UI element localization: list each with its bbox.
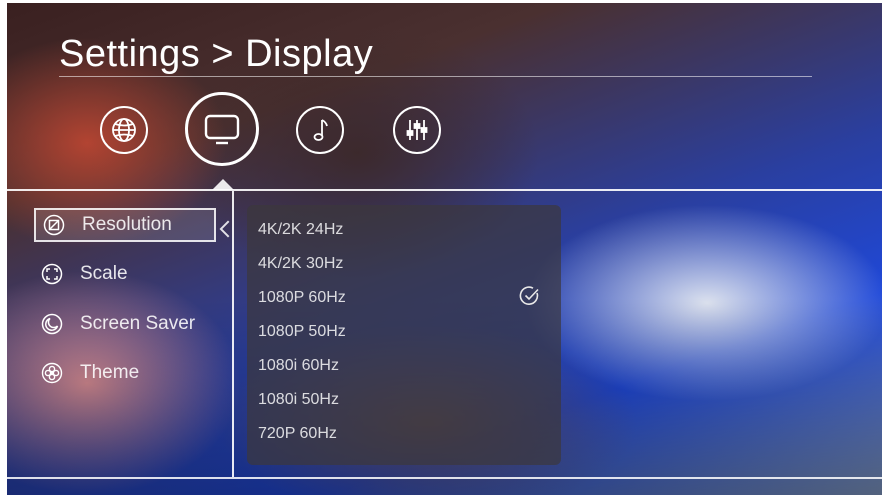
check-icon [519, 286, 539, 305]
menu-item-resolution[interactable]: Resolution [34, 208, 216, 242]
menu-item-theme[interactable]: Theme [34, 356, 224, 390]
option-720p-60hz[interactable]: 720P 60Hz [258, 417, 548, 451]
menu-item-scale[interactable]: Scale [34, 257, 224, 291]
menu-item-screen-saver[interactable]: Screen Saver [34, 307, 234, 341]
globe-icon[interactable] [100, 106, 148, 154]
option-1080i-50hz[interactable]: 1080i 50Hz [258, 383, 548, 417]
display-icon[interactable] [185, 92, 259, 166]
option-label: 720P 60Hz [258, 425, 337, 442]
option-label: 1080i 60Hz [258, 357, 339, 374]
option-1080p-50hz[interactable]: 1080P 50Hz [258, 315, 548, 349]
menu-item-label: Theme [80, 362, 140, 383]
page-title: Settings > Display [59, 33, 374, 75]
screen-saver-icon [40, 312, 64, 336]
settings-screen: Settings > Display Resolution Scale Scre… [7, 3, 882, 495]
music-note-icon[interactable] [296, 106, 344, 154]
section-divider [7, 189, 882, 191]
theme-icon [40, 361, 64, 385]
bottom-divider [7, 477, 882, 479]
option-label: 1080P 60Hz [258, 289, 346, 306]
menu-item-label: Scale [80, 263, 128, 284]
option-label: 1080P 50Hz [258, 323, 346, 340]
option-label: 4K/2K 24Hz [258, 221, 344, 238]
option-1080p-60hz[interactable]: 1080P 60Hz [258, 281, 548, 315]
title-divider [59, 76, 812, 77]
selected-category-pointer [212, 179, 234, 190]
menu-item-label: Screen Saver [80, 313, 196, 334]
option-4k2k-30hz[interactable]: 4K/2K 30Hz [258, 247, 548, 281]
option-1080i-60hz[interactable]: 1080i 60Hz [258, 349, 548, 383]
option-label: 1080i 50Hz [258, 391, 339, 408]
menu-item-label: Resolution [82, 214, 172, 235]
option-label: 4K/2K 30Hz [258, 255, 344, 272]
option-4k2k-24hz[interactable]: 4K/2K 24Hz [258, 213, 548, 247]
resolution-options-panel: 4K/2K 24Hz 4K/2K 30Hz 1080P 60Hz 1080P 5… [247, 205, 561, 465]
resolution-icon [42, 213, 66, 237]
equalizer-icon[interactable] [393, 106, 441, 154]
scale-icon [40, 262, 64, 286]
